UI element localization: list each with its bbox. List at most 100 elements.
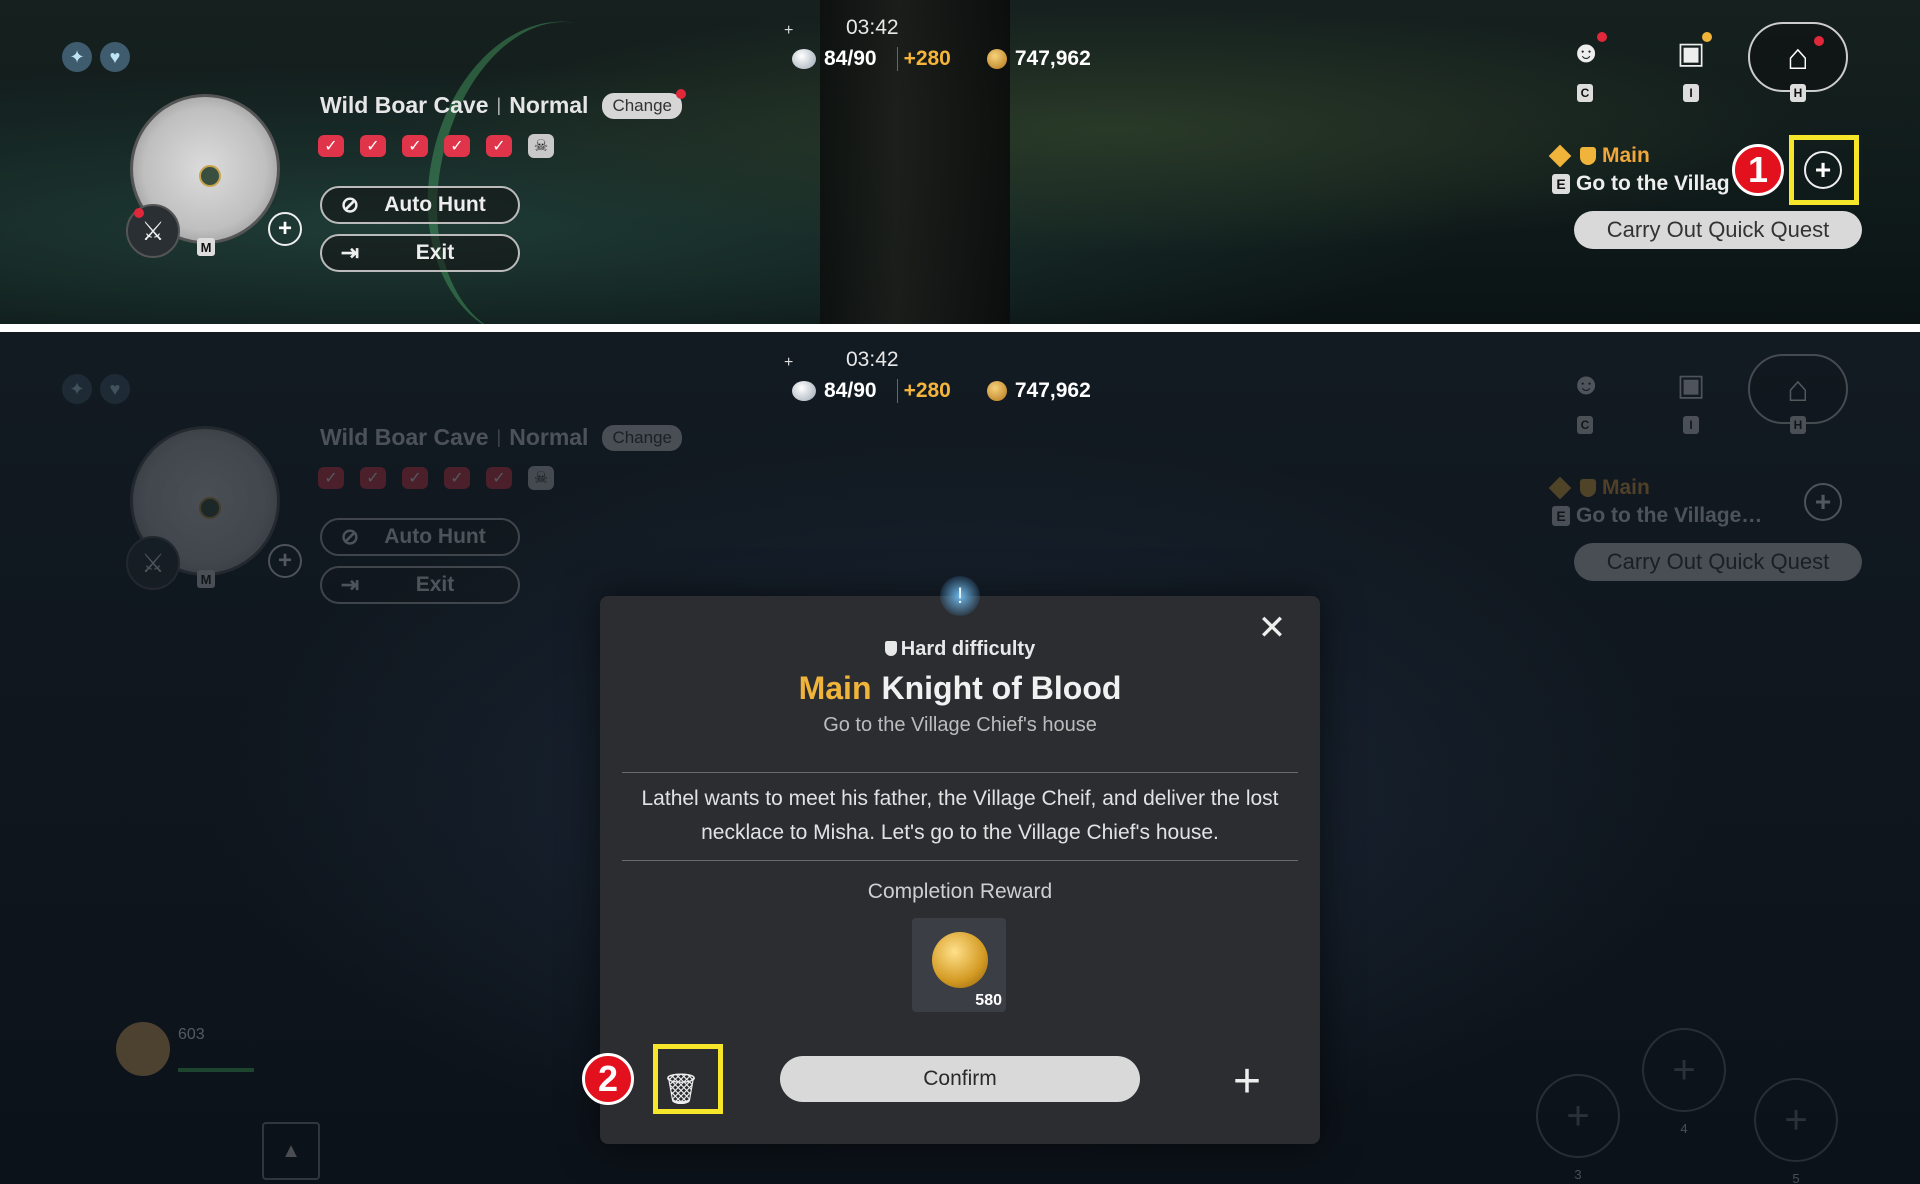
gold-value: 747,962 xyxy=(1014,47,1091,70)
add-stamina-icon[interactable]: + xyxy=(784,354,793,372)
stamina-timer: 03:42 xyxy=(846,16,899,39)
stage-progress: ✓ ✓ ✓ ✓ ✓ ☠ xyxy=(318,134,554,158)
map-key: M xyxy=(197,238,215,256)
exit-button: ⇥ Exit xyxy=(320,566,520,604)
highlight-box-trash xyxy=(653,1044,723,1114)
auto-hunt-label: Auto Hunt xyxy=(384,193,486,216)
quest-objective-text: Go to the Villag xyxy=(1576,172,1730,195)
panel-separator xyxy=(0,324,1920,332)
quest-description: Lathel wants to meet his father, the Vil… xyxy=(641,787,1279,844)
change-difficulty-button: Change xyxy=(602,424,683,451)
top-hud: ✦ ♥ + 03:42 84/90 +280 747,962 ⚔ M + Wil… xyxy=(0,0,1920,324)
quest-pin-icon: ! xyxy=(940,576,980,616)
skill-slot-3[interactable]: +3 xyxy=(1536,1074,1620,1182)
highlight-box-quest-plus xyxy=(1789,135,1859,205)
stage-check-icon: ✓ xyxy=(318,135,344,157)
party-hp-bar xyxy=(178,1068,254,1072)
stage-check-icon: ✓ xyxy=(360,135,386,157)
inventory-bag-icon: ▣ xyxy=(1676,368,1706,402)
shield-icon xyxy=(884,641,897,656)
reward-count: 580 xyxy=(975,992,1002,1009)
divider xyxy=(622,772,1298,773)
dungeon-difficulty: Normal xyxy=(509,92,589,118)
map-plus-button[interactable]: + xyxy=(268,212,302,246)
eye-off-icon: ⊘ xyxy=(340,192,360,217)
party-member: 603 xyxy=(116,1022,254,1076)
currency-bar: 84/90 +280 747,962 xyxy=(792,376,1091,406)
dungeon-title: Wild Boar Cave | Normal Change xyxy=(320,424,683,451)
difficulty-label: Hard difficulty xyxy=(600,638,1320,661)
auto-hunt-button[interactable]: ⊘ Auto Hunt xyxy=(320,186,520,224)
player-marker-icon xyxy=(199,497,221,519)
add-stamina-icon[interactable]: + xyxy=(784,22,793,40)
exit-icon: ⇥ xyxy=(340,240,360,265)
quest-name: Knight of Blood xyxy=(881,670,1122,706)
reward-label: Completion Reward xyxy=(867,880,1053,903)
party-avatar xyxy=(116,1022,170,1076)
stamina-timer: 03:42 xyxy=(846,348,899,371)
character-key: C xyxy=(1577,84,1593,102)
change-label: Change xyxy=(612,95,673,115)
change-label: Change xyxy=(612,427,673,447)
stamina-gem-icon xyxy=(792,381,816,401)
home-button[interactable]: ⌂ xyxy=(1748,22,1848,92)
quest-tracker-objective[interactable]: E Go to the Villag xyxy=(1552,172,1730,196)
stage-check-icon: ✓ xyxy=(444,135,470,157)
currency-bar: 84/90 +280 747,962 xyxy=(792,44,1091,74)
skill-key: 5 xyxy=(1792,1171,1800,1184)
gold-coin-icon xyxy=(986,381,1007,401)
inventory-bag-icon[interactable]: ▣ xyxy=(1668,30,1714,76)
quest-tag: Main xyxy=(798,670,872,706)
quest-subtitle: Go to the Village Chief's house xyxy=(823,714,1097,736)
quest-tracker-objective: E Go to the Village… xyxy=(1552,504,1762,528)
boss-skull-icon: ☠ xyxy=(528,134,554,158)
quest-tracker-title[interactable]: Main xyxy=(1548,144,1650,168)
stamina-value: 84/90 xyxy=(824,47,877,70)
sword-skill-icon: ⚔ xyxy=(126,536,180,590)
quest-key: E xyxy=(1552,174,1570,194)
auto-hunt-button: ⊘ Auto Hunt xyxy=(320,518,520,556)
quest-tracker-title: Main xyxy=(1548,476,1650,500)
skill-slot-5[interactable]: +5 xyxy=(1754,1078,1838,1184)
step-marker-1: 1 xyxy=(1732,144,1784,196)
quest-diamond-icon xyxy=(1548,144,1572,168)
home-key: H xyxy=(1790,84,1806,102)
dungeon-difficulty: Normal xyxy=(509,424,589,450)
sword-skill-icon[interactable]: ⚔ xyxy=(126,204,180,258)
gold-coin-icon xyxy=(986,49,1007,69)
change-difficulty-button[interactable]: Change xyxy=(602,88,687,119)
exit-button[interactable]: ⇥ Exit xyxy=(320,234,520,272)
skill-slot-4[interactable]: +4 xyxy=(1642,1028,1726,1136)
stage-check-icon: ✓ xyxy=(486,135,512,157)
map-plus-button: + xyxy=(268,544,302,578)
heart-buff-icon[interactable]: ♥ xyxy=(100,42,130,72)
confirm-button[interactable]: Confirm xyxy=(780,1056,1140,1102)
character-icon[interactable]: ☻ xyxy=(1563,30,1609,76)
buff-icon[interactable]: ✦ xyxy=(62,42,92,72)
reward-item[interactable]: 580 xyxy=(912,918,1006,1012)
notification-dot xyxy=(676,88,687,99)
divider xyxy=(622,860,1298,861)
skill-key: 3 xyxy=(1574,1167,1582,1182)
dungeon-name: Wild Boar Cave xyxy=(320,92,489,118)
plus-icon[interactable]: + xyxy=(1222,1055,1272,1108)
gold-value: 747,962 xyxy=(1014,379,1091,402)
up-arrow-button[interactable]: ▲ xyxy=(262,1122,320,1180)
stamina-bonus: +280 xyxy=(896,47,951,71)
skill-key: 4 xyxy=(1680,1121,1688,1136)
carry-out-quick-quest-button[interactable]: Carry Out Quick Quest xyxy=(1574,211,1862,249)
character-icon: ☻ xyxy=(1570,368,1602,401)
stamina-bonus: +280 xyxy=(896,379,951,403)
carry-out-quick-quest-button: Carry Out Quick Quest xyxy=(1574,543,1862,581)
player-marker-icon xyxy=(199,165,221,187)
inventory-key: I xyxy=(1683,84,1699,102)
step-marker-2: 2 xyxy=(582,1053,634,1105)
dungeon-title: Wild Boar Cave | Normal Change xyxy=(320,88,687,119)
quest-title: Main Knight of Blood xyxy=(600,670,1320,707)
heart-buff-icon: ♥ xyxy=(100,374,130,404)
quest-add-button: + xyxy=(1804,483,1842,521)
dungeon-name: Wild Boar Cave xyxy=(320,424,489,450)
home-icon: ⌂ xyxy=(1787,36,1809,77)
gold-coin-icon xyxy=(932,932,988,988)
buff-icon: ✦ xyxy=(62,374,92,404)
